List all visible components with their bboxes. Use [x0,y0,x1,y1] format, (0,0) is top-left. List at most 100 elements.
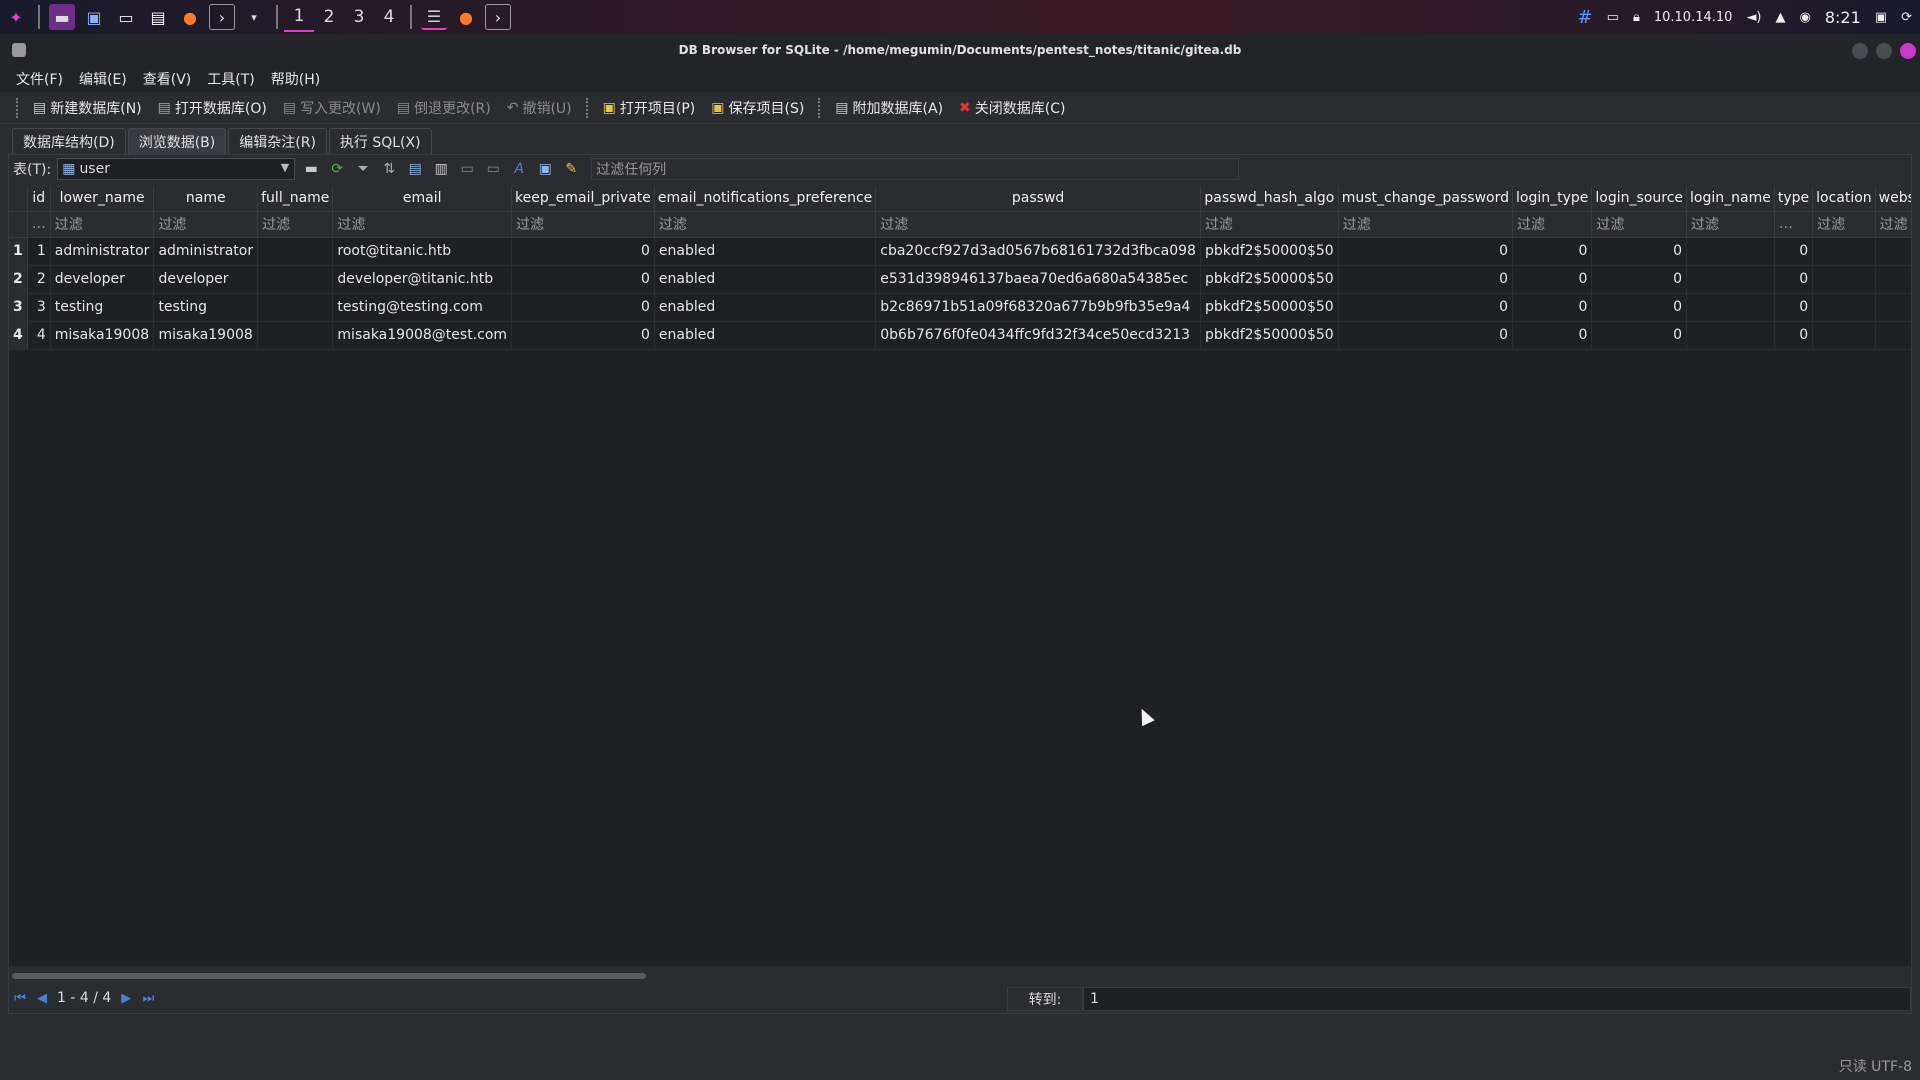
column-header[interactable]: login_source [1591,186,1688,212]
cell-passwd-hash-algo[interactable]: pbkdf2$50000$50 [1200,237,1339,266]
menu-help[interactable]: 帮助(H) [263,69,328,89]
undo-button[interactable]: ↶ 撤销(U) [499,94,580,122]
desktop-icon[interactable]: ▬ [49,4,75,30]
close-database-button[interactable]: ✖ 关闭数据库(C) [951,94,1073,122]
insert-record-icon[interactable]: ▭ [457,159,477,179]
cell-id[interactable]: 4 [27,321,51,350]
cell-passwd[interactable]: b2c86971b51a09f68320a677b9b9fb35e9a4 [875,293,1201,322]
cell-login-name[interactable] [1686,237,1775,266]
table-row[interactable]: 1 1 administrator administrator root@tit… [9,237,1911,266]
cell-email-notifications[interactable]: enabled [654,237,877,266]
table-row[interactable]: 3 3 testing testing testing@testing.com … [9,293,1911,322]
table-select[interactable]: ▦ user ▼ [57,158,296,180]
cell-passwd[interactable]: e531d398946137baea70ed6a680a54385ec [875,265,1201,294]
cell-login-source[interactable]: 0 [1591,293,1688,322]
row-number[interactable]: 3 [9,293,28,322]
cell-lower-name[interactable]: administrator [50,237,155,266]
delete-record-icon[interactable]: ▭ [483,159,503,179]
cell-lower-name[interactable]: developer [50,265,155,294]
logout-icon[interactable]: ⟳ [1901,10,1912,25]
filter-input[interactable]: 过滤 [1875,211,1911,238]
column-header[interactable]: email_notifications_preference [654,186,877,212]
text-format-icon[interactable]: A [509,159,529,179]
cell-type[interactable]: 0 [1774,293,1814,322]
filter-input[interactable]: 过滤 [50,211,155,238]
filter-input[interactable]: 过滤 [875,211,1201,238]
cell-keep-email-private[interactable]: 0 [511,237,655,266]
file-manager-icon[interactable]: ▭ [113,4,139,30]
filter-input[interactable]: 过滤 [153,211,259,238]
filter-input[interactable]: 过滤 [1200,211,1339,238]
new-database-button[interactable]: ▤ 新建数据库(N) [25,94,150,122]
open-project-button[interactable]: ▣ 打开项目(P) [595,94,704,122]
cell-login-type[interactable]: 0 [1512,321,1593,350]
notification-bell-icon[interactable]: ▲ [1776,10,1786,25]
volume-icon[interactable]: ◄) [1746,10,1761,25]
column-header[interactable]: keep_email_private [511,186,655,212]
save-project-button[interactable]: ▣ 保存项目(S) [703,94,812,122]
cell-login-name[interactable] [1686,265,1775,294]
cell-location[interactable] [1812,237,1876,266]
column-header[interactable]: passwd [875,186,1201,212]
refresh-table-icon[interactable]: ▬ [301,159,321,179]
toolbar-handle[interactable] [818,97,821,118]
cell-name[interactable]: developer [153,265,259,294]
cell-full-name[interactable] [257,237,334,266]
cell-keep-email-private[interactable]: 0 [511,321,655,350]
column-header[interactable]: lower_name [50,186,155,212]
cell-login-name[interactable] [1686,293,1775,322]
menu-tools[interactable]: 工具(T) [199,69,262,89]
workspace-4[interactable]: 4 [374,2,404,32]
cell-id[interactable]: 1 [27,237,51,266]
cell-full-name[interactable] [257,265,334,294]
keyboard-icon[interactable]: # [1578,7,1593,28]
filter-input[interactable]: 过滤 [1591,211,1688,238]
toolbar-handle[interactable] [585,97,589,118]
cell-name[interactable]: administrator [153,237,259,266]
attach-database-button[interactable]: ▤ 附加数据库(A) [827,94,951,122]
cell-type[interactable]: 0 [1774,321,1814,350]
title-bar[interactable]: DB Browser for SQLite - /home/megumin/Do… [0,34,1920,66]
corner-cell[interactable] [9,186,28,212]
last-page-icon[interactable]: ⏭ [137,987,159,1009]
cell-login-name[interactable] [1686,321,1775,350]
find-icon[interactable]: ▣ [535,159,555,179]
reload-icon[interactable]: ⟳ [327,159,347,179]
cell-email-notifications[interactable]: enabled [654,265,877,294]
column-header[interactable]: website [1875,186,1911,212]
cell-email[interactable]: testing@testing.com [332,293,513,322]
cell-passwd[interactable]: 0b6b7676f0fe0434ffc9fd32f34ce50ecd3213 [875,321,1201,350]
cell-full-name[interactable] [257,293,334,322]
cell-passwd-hash-algo[interactable]: pbkdf2$50000$50 [1200,293,1339,322]
cell-passwd-hash-algo[interactable]: pbkdf2$50000$50 [1200,321,1339,350]
clock[interactable]: 8:21 [1825,8,1861,27]
terminal-task-icon[interactable]: › [485,4,511,30]
window-switcher-icon[interactable]: ▣ [81,4,107,30]
column-header[interactable]: login_type [1512,186,1593,212]
cell-must-change-password[interactable]: 0 [1338,321,1514,350]
goto-button[interactable]: 转到: [1007,987,1083,1011]
goto-input[interactable]: 1 [1083,987,1911,1011]
column-header[interactable]: full_name [257,186,334,212]
tab-browse-data[interactable]: 浏览数据(B) [127,128,227,154]
previous-page-icon[interactable]: ◀ [31,987,53,1009]
firefox-task-icon[interactable]: ● [453,4,479,30]
save-table-icon[interactable]: ▤ [405,159,425,179]
first-page-icon[interactable]: ⏮ [9,987,31,1009]
column-header[interactable]: login_name [1686,186,1775,212]
cell-type[interactable]: 0 [1774,237,1814,266]
cell-passwd-hash-algo[interactable]: pbkdf2$50000$50 [1200,265,1339,294]
cell-keep-email-private[interactable]: 0 [511,293,655,322]
tab-database-structure[interactable]: 数据库结构(D) [12,128,126,154]
open-database-button[interactable]: ▤ 打开数据库(O) [150,94,275,122]
cell-full-name[interactable] [257,321,334,350]
kali-menu-icon[interactable]: ✦ [3,4,29,30]
cell-name[interactable]: testing [153,293,259,322]
table-row[interactable]: 4 4 misaka19008 misaka19008 misaka19008@… [9,321,1911,350]
column-header[interactable]: passwd_hash_algo [1200,186,1339,212]
clear-sorting-icon[interactable]: ⇅ [379,159,399,179]
text-editor-icon[interactable]: ▤ [145,4,171,30]
filter-input[interactable]: 过滤 [1686,211,1775,238]
cell-passwd[interactable]: cba20ccf927d3ad0567b68161732d3fbca098 [875,237,1201,266]
write-changes-button[interactable]: ▤ 写入更改(W) [275,94,389,122]
